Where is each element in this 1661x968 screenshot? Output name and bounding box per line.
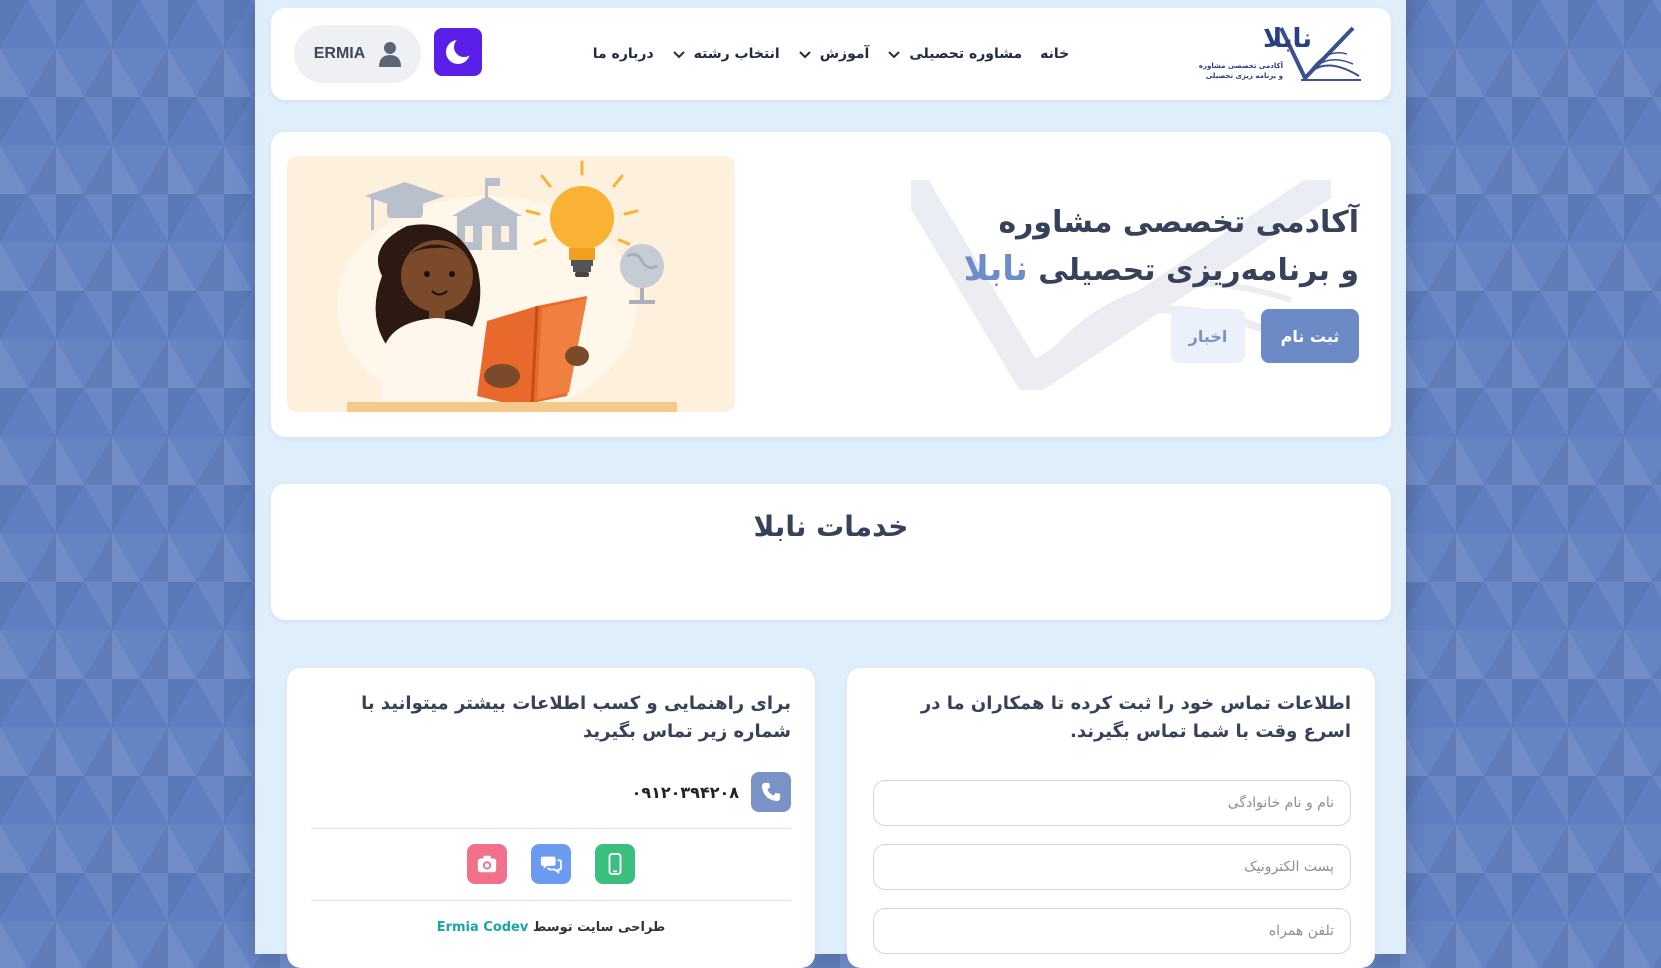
hero-section: آکادمی تخصصی مشاوره و برنامه‌ریزی تحصیلی… xyxy=(271,132,1391,437)
nav-label: آموزش xyxy=(819,46,870,62)
contact-form-intro: اطلاعات تماس خود را ثبت کرده تا همکاران … xyxy=(920,693,1351,742)
hero-brand-word: نابلا xyxy=(963,249,1028,289)
nav-label: درباره ما xyxy=(592,46,654,62)
nav-label: خانه xyxy=(1040,46,1070,62)
credit-prefix: طراحی سایت توسط xyxy=(532,920,666,935)
register-button[interactable]: ثبت نام xyxy=(1261,309,1359,363)
services-section: خدمات نابلا xyxy=(271,484,1391,620)
phone-contact[interactable]: ۰۹۱۲۰۳۹۴۲۰۸ xyxy=(632,772,791,812)
user-name: ERMIA xyxy=(313,45,366,62)
chevron-down-icon xyxy=(799,51,811,59)
moon-icon xyxy=(446,37,473,64)
chat-icon xyxy=(540,856,562,875)
name-field[interactable] xyxy=(873,780,1351,826)
credit-author-link[interactable]: Ermia Codev xyxy=(437,920,529,935)
email-input[interactable] xyxy=(874,845,1350,889)
site-credit: طراحی سایت توسط Ermia Codev xyxy=(287,920,815,935)
contact-info-intro: برای راهنمایی و کسب اطلاعات بیشتر میتوان… xyxy=(361,693,791,742)
hero-title: آکادمی تخصصی مشاوره و برنامه‌ریزی تحصیلی… xyxy=(879,200,1359,294)
nav-label: مشاوره تحصیلی xyxy=(909,46,1023,62)
nav-item-counseling[interactable]: مشاوره تحصیلی xyxy=(887,46,1022,62)
mobile-icon xyxy=(608,853,622,875)
chat-button[interactable] xyxy=(531,844,571,884)
email-field[interactable] xyxy=(873,844,1351,890)
user-icon xyxy=(379,42,402,67)
contact-form-card: اطلاعات تماس خود را ثبت کرده تا همکاران … xyxy=(847,668,1375,968)
name-input[interactable] xyxy=(874,781,1350,825)
hero-title-line1: آکادمی تخصصی مشاوره xyxy=(998,205,1359,240)
phone-field[interactable] xyxy=(873,908,1351,954)
nav-item-major-selection[interactable]: انتخاب رشته xyxy=(672,46,780,62)
site-header: نابلا آکادمی تخصصی مشاوره و برنامه ریزی … xyxy=(271,8,1391,100)
instagram-icon xyxy=(477,855,497,873)
user-account-button[interactable]: ERMIA xyxy=(294,25,421,83)
phone-number[interactable]: ۰۹۱۲۰۳۹۴۲۰۸ xyxy=(632,783,739,802)
phone-input[interactable] xyxy=(874,909,1350,953)
social-links xyxy=(287,844,815,884)
instagram-button[interactable] xyxy=(467,844,507,884)
hero-illustration xyxy=(287,156,735,412)
nav-item-about[interactable]: درباره ما xyxy=(593,46,654,62)
nav-item-home[interactable]: خانه xyxy=(1040,46,1069,62)
contact-info-card: برای راهنمایی و کسب اطلاعات بیشتر میتوان… xyxy=(287,668,815,968)
theme-toggle-button[interactable] xyxy=(434,28,482,76)
divider xyxy=(311,900,791,901)
hero-title-line2: و برنامه‌ریزی تحصیلی xyxy=(1038,253,1359,288)
phone-icon xyxy=(751,772,791,812)
nav-label: انتخاب رشته xyxy=(693,46,780,62)
chevron-down-icon xyxy=(888,51,901,59)
news-button[interactable]: اخبار xyxy=(1171,309,1245,363)
nav-item-education[interactable]: آموزش xyxy=(798,46,870,62)
page-container: نابلا آکادمی تخصصی مشاوره و برنامه ریزی … xyxy=(255,0,1406,968)
services-title: خدمات نابلا xyxy=(753,510,909,543)
divider xyxy=(311,828,791,829)
mobile-button[interactable] xyxy=(595,844,635,884)
chevron-down-icon xyxy=(672,51,685,59)
